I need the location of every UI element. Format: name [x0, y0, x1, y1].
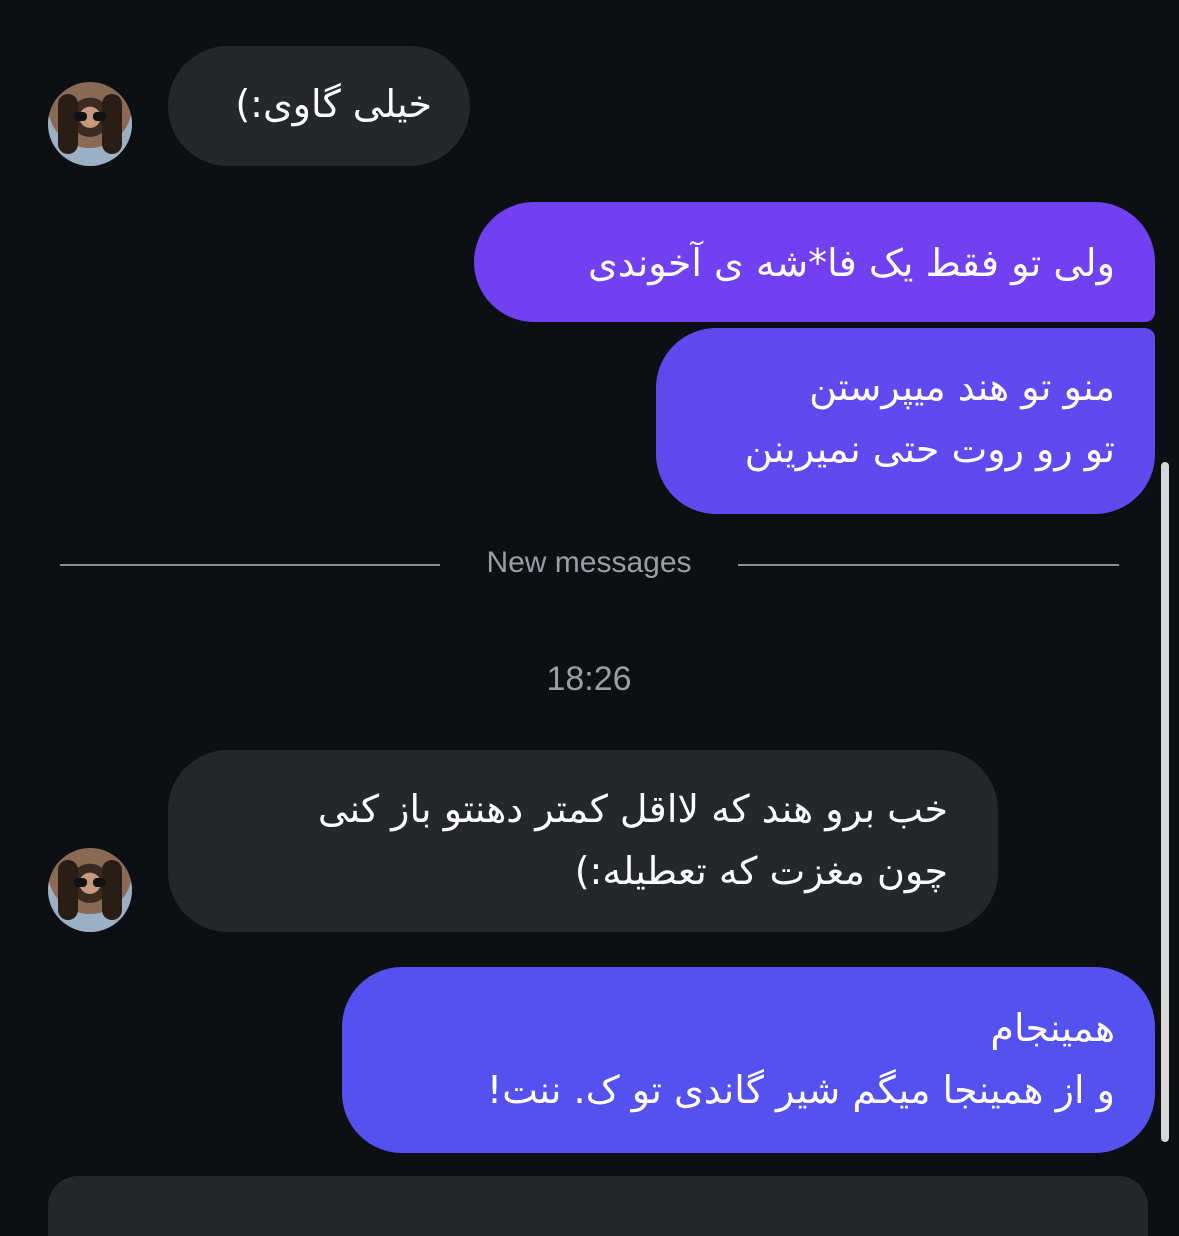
message-text: خیلی گاوی:)	[235, 82, 432, 126]
contact-avatar[interactable]	[48, 848, 132, 932]
avatar-hair	[58, 860, 78, 920]
outgoing-message-bubble[interactable]: ولی تو فقط یک فا*شه ی آخوندی	[474, 202, 1155, 322]
message-text: ولی تو فقط یک فا*شه ی آخوندی	[588, 241, 1115, 285]
avatar-hair	[102, 860, 122, 920]
divider-line	[738, 564, 1119, 566]
message-line: تو رو روت حتی نمیرینن	[744, 427, 1115, 471]
incoming-message-bubble[interactable]: خیلی گاوی:)	[168, 46, 470, 166]
avatar-hair	[58, 94, 78, 154]
avatar-glasses	[74, 112, 106, 121]
outgoing-message-bubble[interactable]: همینجام و از همینجا میگم شیر گاندی تو ک.…	[342, 967, 1155, 1153]
message-timestamp: 18:26	[546, 660, 632, 698]
avatar-hair	[102, 94, 122, 154]
message-line: منو تو هند میپرستن	[809, 365, 1115, 409]
avatar-glasses	[74, 878, 106, 887]
message-line: خب برو هند که لااقل کمتر دهنتو باز کنی	[317, 787, 948, 831]
outgoing-message-bubble[interactable]: منو تو هند میپرستن تو رو روت حتی نمیرینن	[656, 328, 1155, 514]
message-line: همینجام	[990, 1006, 1115, 1050]
incoming-message-bubble[interactable]: خب برو هند که لااقل کمتر دهنتو باز کنی چ…	[168, 750, 998, 932]
divider-line	[60, 564, 440, 566]
message-composer[interactable]	[48, 1176, 1148, 1236]
scrollbar[interactable]	[1161, 462, 1169, 1142]
contact-avatar[interactable]	[48, 82, 132, 166]
message-line: چون مغزت که تعطیله:)	[574, 849, 948, 893]
new-messages-label: New messages	[486, 546, 692, 579]
message-line: و از همینجا میگم شیر گاندی تو ک. ننت!	[486, 1068, 1115, 1112]
